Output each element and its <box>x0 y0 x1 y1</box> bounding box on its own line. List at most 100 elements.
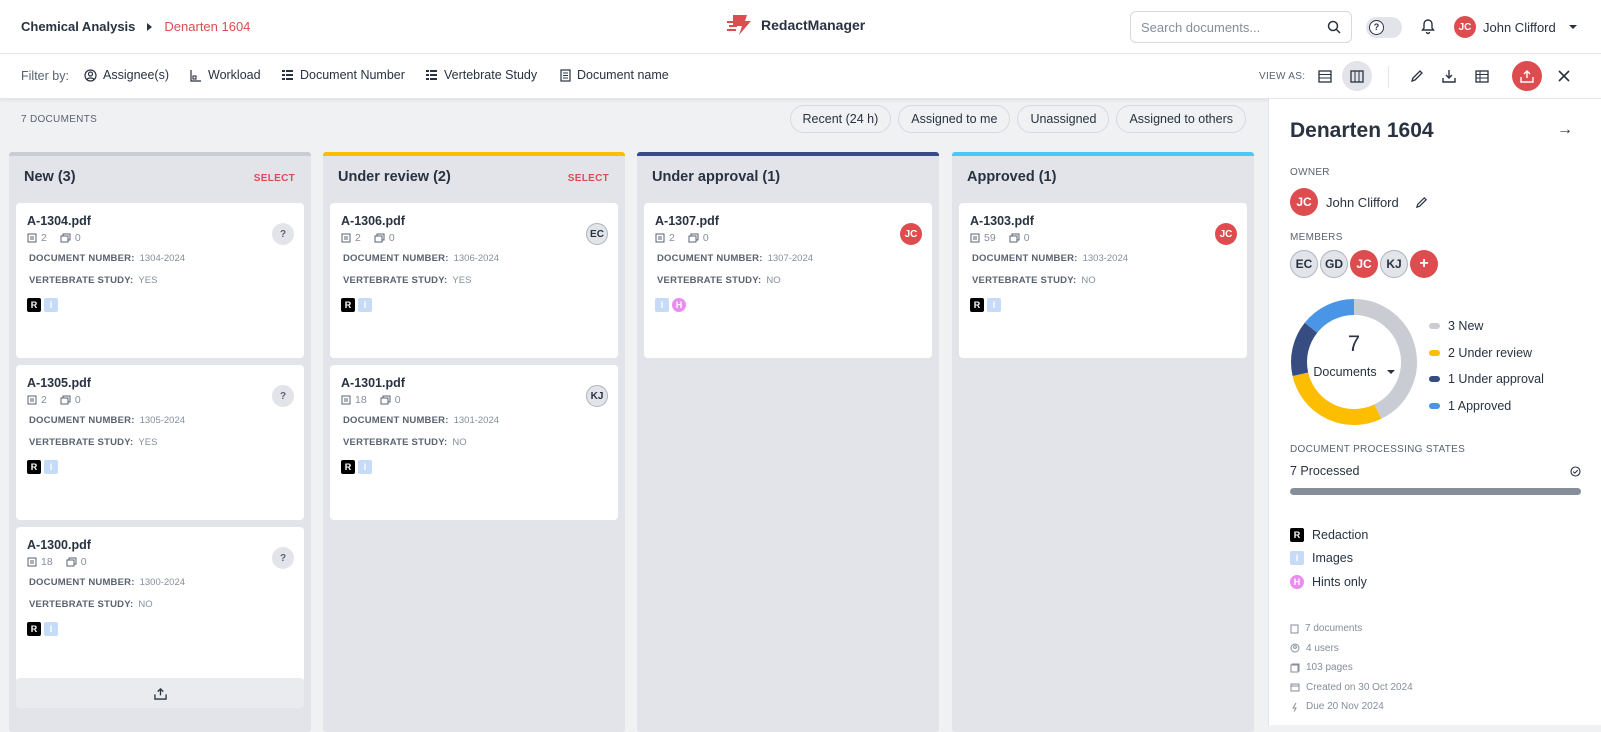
panel-title: Denarten 1604 <box>1290 119 1434 142</box>
legend-item: 3 New <box>1429 313 1544 340</box>
page-count: 59 <box>984 232 996 244</box>
breadcrumb-parent[interactable]: Chemical Analysis <box>21 19 135 34</box>
document-card[interactable]: A-1303.pdf 59 0 DOCUMENT NUMBER: 1303-2024 VE… <box>959 203 1247 358</box>
check-circle-icon <box>1570 465 1581 477</box>
stat-text: Created on 30 Oct 2024 <box>1306 681 1413 693</box>
app-name: RedactManager <box>761 17 866 33</box>
details-panel: Denarten 1604 → OWNER JC John Clifford M… <box>1268 99 1601 725</box>
quick-filter-unassigned[interactable]: Unassigned <box>1017 105 1110 133</box>
document-number-value: 1300-2024 <box>139 577 186 588</box>
share-export-button[interactable] <box>1512 61 1542 91</box>
status-column: Under approval (1) A-1307.pdf 2 0 DOCUMENT N… <box>637 152 939 732</box>
table-view-icon <box>1318 69 1332 83</box>
assignee-avatar[interactable]: KJ <box>586 385 608 407</box>
type-label: Images <box>1312 551 1353 566</box>
quick-filter-assigned-to-me[interactable]: Assigned to me <box>898 105 1011 133</box>
document-number-row: DOCUMENT NUMBER: 1305-2024 <box>29 415 185 426</box>
document-name[interactable]: A-1304.pdf <box>27 214 91 228</box>
document-card[interactable]: A-1306.pdf 2 0 DOCUMENT NUMBER: 1306-2024 VER… <box>330 203 618 358</box>
breadcrumb-current[interactable]: Denarten 1604 <box>164 19 250 34</box>
filter-workload[interactable]: Workload <box>189 68 261 82</box>
select-all-button[interactable]: SELECT <box>568 173 609 184</box>
page-count: 18 <box>41 556 53 568</box>
board-view-button[interactable] <box>1342 61 1372 91</box>
redaction-tag-icon: R <box>27 622 41 636</box>
document-number-label: DOCUMENT NUMBER: <box>29 253 135 264</box>
document-meta: 20 <box>27 394 81 406</box>
help-mode-toggle[interactable]: ? <box>1366 17 1402 38</box>
filter-document-number[interactable]: Document Number <box>281 68 405 82</box>
vertebrate-study-label: VERTEBRATE STUDY: <box>343 437 448 448</box>
filter-document-name[interactable]: Document name <box>560 68 669 82</box>
document-name[interactable]: A-1305.pdf <box>27 376 91 390</box>
quick-filter-recent[interactable]: Recent (24 h) <box>789 105 892 133</box>
member-avatar[interactable]: EC <box>1290 250 1318 278</box>
redact-logo-icon <box>727 15 751 35</box>
donut-label-dropdown[interactable]: Documents <box>1290 365 1418 379</box>
notifications-bell-icon[interactable] <box>1420 18 1436 35</box>
app-logo[interactable]: RedactManager <box>727 13 865 37</box>
quick-filter-assigned-to-others[interactable]: Assigned to others <box>1116 105 1246 133</box>
document-name[interactable]: A-1301.pdf <box>341 376 405 390</box>
document-number-row: DOCUMENT NUMBER: 1307-2024 <box>657 253 813 264</box>
filter-assignees[interactable]: Assignee(s) <box>84 68 169 82</box>
document-card[interactable]: A-1304.pdf 2 0 DOCUMENT NUMBER: 1304-2024 VER… <box>16 203 304 358</box>
lightning-icon <box>1292 702 1297 712</box>
owner: JC John Clifford <box>1290 188 1428 216</box>
column-export-button[interactable] <box>16 678 304 708</box>
vertebrate-study-row: VERTEBRATE STUDY: YES <box>29 275 157 286</box>
search-input[interactable]: Search documents... <box>1130 11 1352 43</box>
status-column: Approved (1) A-1303.pdf 59 0 DOCUMENT NUMBER… <box>952 152 1254 732</box>
assignee-avatar[interactable]: EC <box>586 223 608 245</box>
member-avatar[interactable]: JC <box>1350 250 1378 278</box>
member-avatar[interactable]: GD <box>1320 250 1348 278</box>
assignee-avatar[interactable]: ? <box>272 547 294 569</box>
document-meta: 18 0 <box>27 556 87 568</box>
filter-document-number-label: Document Number <box>300 68 405 82</box>
vertebrate-study-value: YES <box>452 275 472 286</box>
member-avatar[interactable]: KJ <box>1380 250 1408 278</box>
spreadsheet-export-button[interactable] <box>1467 61 1497 91</box>
document-name[interactable]: A-1303.pdf <box>970 214 1034 228</box>
pencil-icon[interactable] <box>1415 196 1428 209</box>
close-button[interactable] <box>1549 61 1579 91</box>
assignee-avatar[interactable]: ? <box>272 385 294 407</box>
download-button[interactable] <box>1434 61 1464 91</box>
stat-text: 7 documents <box>1305 623 1363 635</box>
select-all-button[interactable]: SELECT <box>254 173 295 184</box>
users-icon <box>1290 643 1300 653</box>
pages-icon <box>27 395 37 405</box>
upload-icon <box>1520 70 1534 83</box>
add-member-button[interactable]: + <box>1410 250 1438 278</box>
user-menu[interactable]: JC John Clifford <box>1454 16 1577 38</box>
document-card[interactable]: A-1307.pdf 2 0 DOCUMENT NUMBER: 1307-2024 VER… <box>644 203 932 358</box>
document-card[interactable]: A-1300.pdf 18 0 DOCUMENT NUMBER: 1300-2024 VE… <box>16 527 304 682</box>
assignee-avatar[interactable]: JC <box>900 223 922 245</box>
collapse-arrow-icon[interactable]: → <box>1557 121 1573 139</box>
legend-swatch <box>1429 402 1440 409</box>
toolbar-divider <box>1388 66 1389 88</box>
image-tag-icon: I <box>655 298 669 312</box>
document-name[interactable]: A-1300.pdf <box>27 538 91 552</box>
filter-document-name-label: Document name <box>577 68 669 82</box>
document-number-value: 1304-2024 <box>139 253 186 264</box>
filter-vertebrate-study-label: Vertebrate Study <box>444 68 538 82</box>
document-card[interactable]: A-1305.pdf 2 0 DOCUMENT NUMBER: 1305-2024 VER… <box>16 365 304 520</box>
document-name[interactable]: A-1306.pdf <box>341 214 405 228</box>
image-tag-icon: I <box>44 298 58 312</box>
vertebrate-study-row: VERTEBRATE STUDY: YES <box>29 437 157 448</box>
search-icon[interactable] <box>1327 20 1341 34</box>
assignee-avatar[interactable]: JC <box>1215 223 1237 245</box>
document-card[interactable]: A-1301.pdf 18 0 DOCUMENT NUMBER: 1301-2024 VE… <box>330 365 618 520</box>
filter-vertebrate-study[interactable]: Vertebrate Study <box>425 68 537 82</box>
assignee-avatar[interactable]: ? <box>272 223 294 245</box>
top-bar: Chemical Analysis Denarten 1604 RedactMa… <box>0 0 1601 54</box>
list-view-button[interactable] <box>1310 61 1340 91</box>
stat-text: 103 pages <box>1306 662 1353 674</box>
vertebrate-study-value: NO <box>1081 275 1096 286</box>
pages-icon <box>1290 663 1300 673</box>
column-title: Under approval (1) <box>652 169 781 185</box>
document-name[interactable]: A-1307.pdf <box>655 214 719 228</box>
edit-button[interactable] <box>1402 61 1432 91</box>
processing-states-label: DOCUMENT PROCESSING STATES <box>1290 444 1466 455</box>
